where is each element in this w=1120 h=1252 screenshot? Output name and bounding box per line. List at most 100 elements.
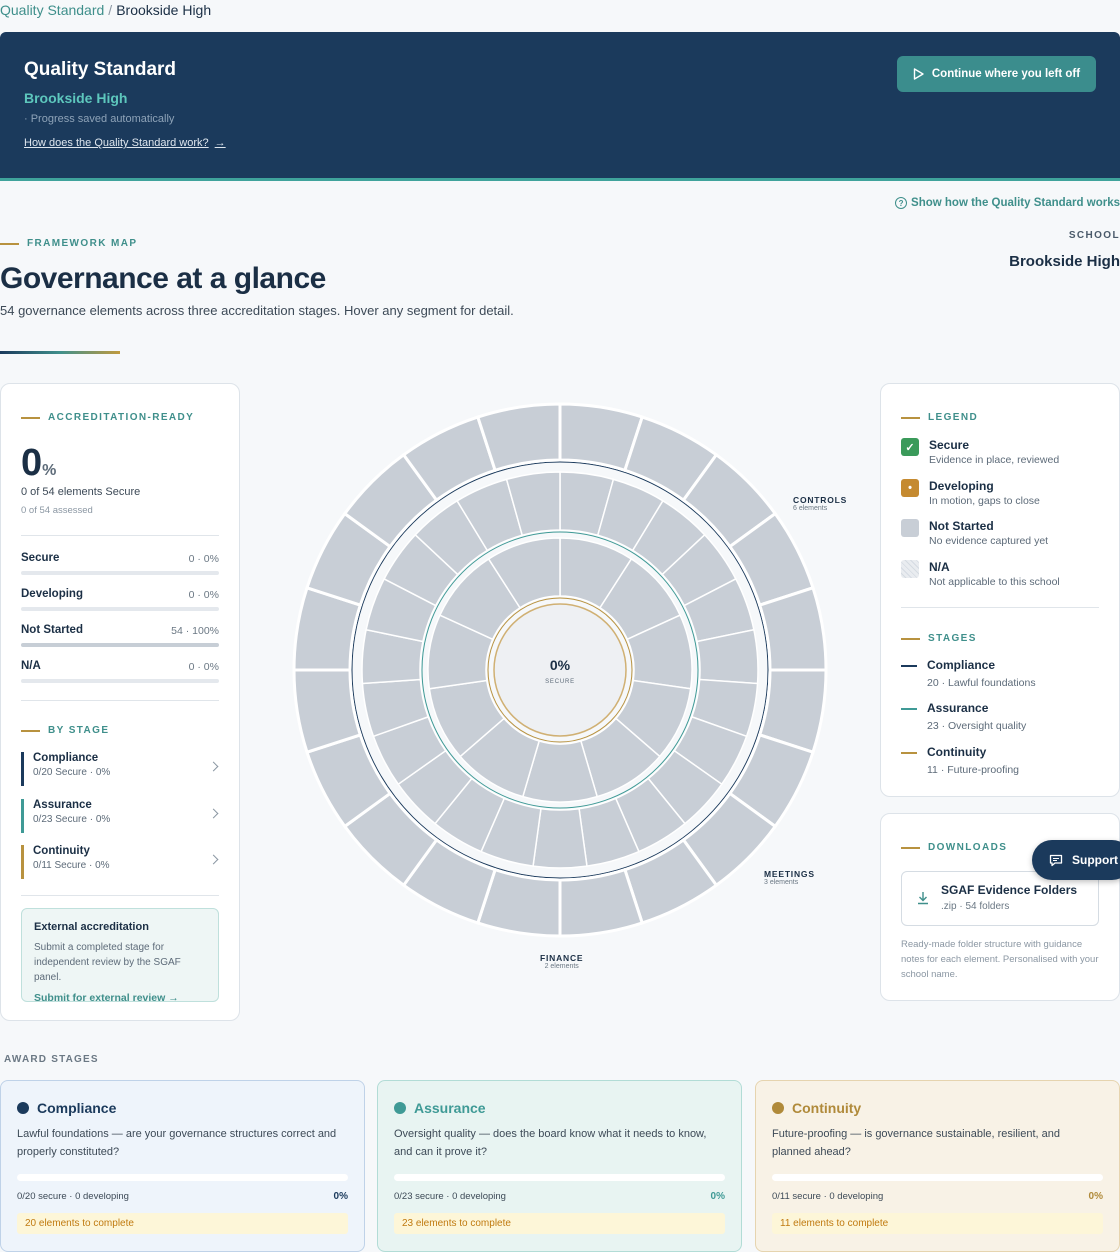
award-card-compliance[interactable]: Compliance Lawful foundations — are your… bbox=[0, 1080, 365, 1252]
download-note: Ready-made folder structure with guidanc… bbox=[901, 939, 1099, 980]
accreditation-percent-value: 0 bbox=[21, 442, 43, 484]
eyebrow-dash bbox=[901, 416, 920, 419]
callout-meetings: MEETINGS 3 elements bbox=[764, 869, 815, 886]
eyebrow-dash bbox=[901, 637, 920, 640]
accreditation-eyebrow-label: ACCREDITATION-READY bbox=[48, 412, 195, 423]
framework-eyebrow-label: FRAMEWORK MAP bbox=[27, 238, 138, 249]
award-card-stats: 0/20 secure · 0 developing bbox=[17, 1191, 129, 1202]
legend-stage-continuity: Continuity 11 · Future-proofing bbox=[901, 745, 1019, 776]
legend-stage-desc: 23 · Oversight quality bbox=[927, 720, 1027, 732]
legend-item-name: Secure bbox=[929, 438, 970, 452]
swatch-icon bbox=[901, 519, 919, 537]
accreditation-percent: 0% bbox=[21, 442, 56, 485]
status-row-not-started: Not Started 54 · 100% bbox=[21, 624, 219, 647]
divider bbox=[21, 895, 219, 896]
stage-dot-icon bbox=[394, 1102, 406, 1114]
award-card-stats: 0/23 secure · 0 developing bbox=[394, 1191, 506, 1202]
award-card-assurance[interactable]: Assurance Oversight quality — does the b… bbox=[377, 1080, 742, 1252]
status-value: 0 · 0% bbox=[188, 553, 219, 565]
stage-name: Assurance bbox=[33, 799, 92, 811]
continue-button[interactable]: Continue where you left off bbox=[897, 56, 1096, 92]
award-card-desc: Oversight quality — does the board know … bbox=[394, 1128, 707, 1158]
submit-external-review-link[interactable]: Submit for external review → bbox=[34, 992, 206, 1004]
stage-detail: 0/20 Secure · 0% bbox=[33, 767, 111, 778]
award-card-percent: 0% bbox=[1088, 1191, 1103, 1202]
legend-eyebrow: LEGEND bbox=[901, 412, 978, 423]
callout-count: 3 elements bbox=[764, 879, 799, 886]
award-card-title: Continuity bbox=[792, 1100, 862, 1116]
award-card-percent: 0% bbox=[333, 1191, 348, 1202]
legend-item-name: N/A bbox=[929, 560, 950, 574]
school-label: SCHOOL bbox=[1068, 230, 1120, 241]
how-link-label: How does the Quality Standard work? bbox=[24, 137, 209, 149]
callout-finance: FINANCE 2 elements bbox=[540, 953, 583, 970]
external-accreditation-box: External accreditation Submit a complete… bbox=[21, 908, 219, 1004]
divider bbox=[21, 535, 219, 536]
award-card-todo: 11 elements to complete bbox=[772, 1213, 1103, 1234]
award-card-todo: 23 elements to complete bbox=[394, 1213, 725, 1234]
download-title: SGAF Evidence Folders bbox=[941, 883, 1078, 897]
wheel-segment[interactable] bbox=[532, 807, 588, 869]
award-progress-bar bbox=[17, 1174, 348, 1181]
legend-item-secure: ✓ Secure Evidence in place, reviewed bbox=[901, 438, 1059, 466]
status-bar bbox=[21, 679, 219, 683]
status-bar bbox=[21, 571, 219, 575]
legend-stage-assurance: Assurance 23 · Oversight quality bbox=[901, 701, 1026, 732]
award-progress-bar bbox=[394, 1174, 725, 1181]
page-subtitle: 54 governance elements across three accr… bbox=[0, 303, 514, 318]
award-progress-bar bbox=[772, 1174, 1103, 1181]
stage-dot-icon bbox=[772, 1102, 784, 1114]
legend-item-na: N/A Not applicable to this school bbox=[901, 560, 1060, 588]
status-row-developing: Developing 0 · 0% bbox=[21, 588, 219, 611]
breadcrumb-separator: / bbox=[108, 2, 113, 18]
accreditation-percent-unit: % bbox=[42, 462, 57, 479]
eyebrow-dash bbox=[901, 846, 920, 849]
award-stages-label: AWARD STAGES bbox=[4, 1054, 99, 1065]
external-title: External accreditation bbox=[34, 921, 149, 933]
award-card-percent: 0% bbox=[710, 1191, 725, 1202]
status-row-secure: Secure 0 · 0% bbox=[21, 552, 219, 575]
callout-name: MEETINGS bbox=[764, 869, 815, 879]
accreditation-eyebrow: ACCREDITATION-READY bbox=[21, 412, 194, 423]
eyebrow-dash bbox=[21, 416, 40, 419]
divider bbox=[901, 607, 1099, 608]
legend-item-not-started: Not Started No evidence captured yet bbox=[901, 519, 1048, 547]
play-icon bbox=[913, 68, 924, 80]
award-card-header: Assurance bbox=[394, 1100, 486, 1116]
breadcrumb-root[interactable]: Quality Standard bbox=[0, 2, 104, 18]
arrow-right-icon: → bbox=[214, 137, 226, 149]
legend-item-desc: Evidence in place, reviewed bbox=[929, 454, 1060, 466]
hatch-icon bbox=[901, 560, 919, 578]
external-description: Submit a completed stage for independent… bbox=[34, 942, 181, 983]
callout-name: CONTROLS bbox=[793, 495, 848, 505]
divider bbox=[21, 700, 219, 701]
show-how-link[interactable]: ? Show how the Quality Standard works bbox=[895, 197, 1120, 209]
hero-banner: Quality Standard Brookside High · Progre… bbox=[0, 32, 1120, 181]
legend-card: LEGEND ✓ Secure Evidence in place, review… bbox=[880, 383, 1120, 797]
legend-item-desc: In motion, gaps to close bbox=[929, 495, 1040, 507]
support-button[interactable]: Support bbox=[1032, 840, 1120, 880]
stage-row-compliance[interactable]: Compliance 0/20 Secure · 0% bbox=[21, 752, 219, 786]
help-icon: ? bbox=[895, 197, 908, 209]
stage-row-assurance[interactable]: Assurance 0/23 Secure · 0% bbox=[21, 799, 219, 833]
award-card-header: Continuity bbox=[772, 1100, 861, 1116]
legend-item-desc: Not applicable to this school bbox=[929, 576, 1060, 588]
stage-detail: 0/11 Secure · 0% bbox=[33, 860, 110, 871]
award-card-header: Compliance bbox=[17, 1100, 116, 1116]
legend-stage-compliance: Compliance 20 · Lawful foundations bbox=[901, 658, 1036, 689]
by-stage-eyebrow-label: BY STAGE bbox=[48, 725, 110, 736]
status-bar bbox=[21, 643, 219, 647]
stage-detail: 0/23 Secure · 0% bbox=[33, 814, 111, 825]
download-icon bbox=[918, 892, 928, 905]
stage-row-continuity[interactable]: Continuity 0/11 Secure · 0% bbox=[21, 845, 219, 879]
award-card-continuity[interactable]: Continuity Future-proofing — is governan… bbox=[755, 1080, 1120, 1252]
how-it-works-link[interactable]: How does the Quality Standard work? → bbox=[24, 137, 226, 149]
legend-item-desc: No evidence captured yet bbox=[929, 535, 1049, 547]
stage-line bbox=[901, 752, 917, 754]
legend-stage-name: Continuity bbox=[927, 745, 987, 759]
legend-stage-desc: 20 · Lawful foundations bbox=[927, 677, 1036, 689]
stage-line bbox=[901, 665, 917, 667]
legend-stage-name: Compliance bbox=[927, 658, 996, 672]
callout-count: 2 elements bbox=[544, 963, 579, 970]
assessed-line: 0 of 54 assessed bbox=[21, 505, 93, 516]
